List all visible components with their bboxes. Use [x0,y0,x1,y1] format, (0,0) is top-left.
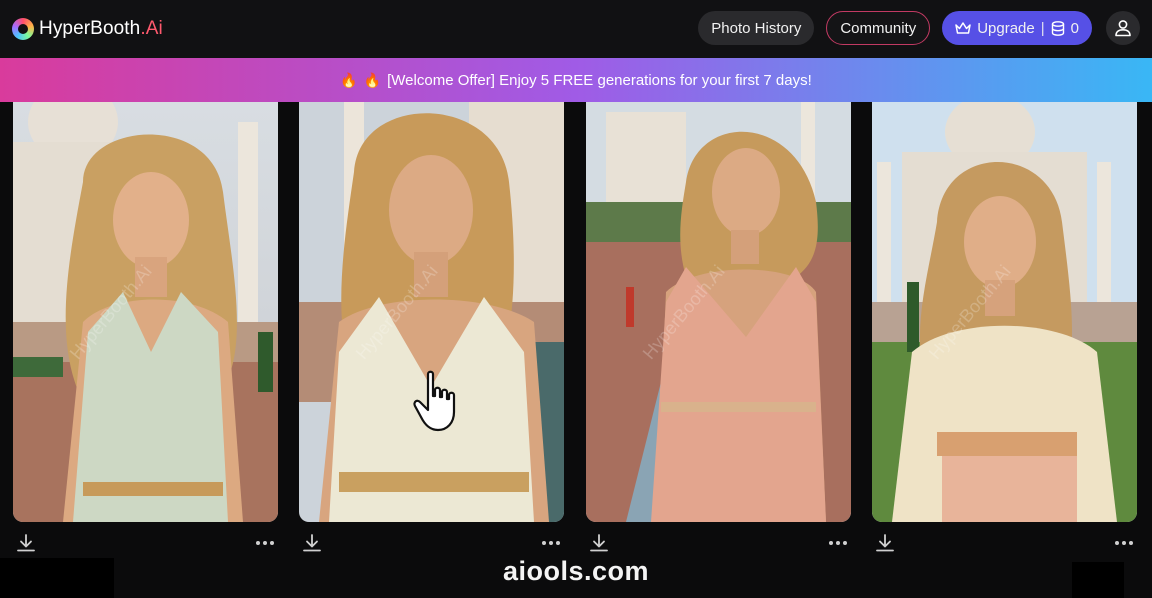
upgrade-button[interactable]: Upgrade | 0 [942,11,1092,45]
generated-photo-card[interactable]: HyperBooth.Ai [13,102,278,522]
more-icon[interactable] [252,530,278,556]
crown-icon [955,21,971,34]
download-icon[interactable] [872,530,898,556]
photo-history-label: Photo History [711,19,802,37]
upgrade-divider: | [1040,19,1045,37]
site-watermark: aiools.com [502,556,650,586]
download-icon[interactable] [13,530,39,556]
logo-icon [12,18,34,40]
brand-logo[interactable]: HyperBooth.Ai [12,18,163,40]
database-icon [1051,20,1064,36]
brand-name: HyperBooth.Ai [39,18,163,39]
card-actions [872,528,1137,558]
download-icon[interactable] [586,530,612,556]
photo-gallery: HyperBooth.Ai HyperBooth.Ai HyperBooth.A… [0,102,1152,598]
banner-text: [Welcome Offer] Enjoy 5 FREE generations… [387,71,812,89]
download-icon[interactable] [299,530,325,556]
generated-photo-card[interactable]: HyperBooth.Ai [299,102,564,522]
generated-photo-card[interactable]: HyperBooth.Ai [872,102,1137,522]
generated-photo [299,102,564,522]
more-icon[interactable] [1111,530,1137,556]
community-button[interactable]: Community [826,11,931,45]
more-icon[interactable] [825,530,851,556]
card-actions [586,528,851,558]
flame-icon: 🔥 [363,71,382,88]
card-actions [13,528,278,558]
credits-count: 0 [1070,19,1079,37]
upgrade-label: Upgrade [977,19,1035,37]
brand-suffix: .Ai [140,18,163,39]
generated-photo [13,102,278,522]
photo-history-button[interactable]: Photo History [698,11,815,45]
generated-photo [586,102,851,522]
generated-photo-card[interactable]: HyperBooth.Ai [586,102,851,522]
hand-cursor-icon [412,370,464,439]
welcome-offer-banner[interactable]: 🔥 🔥 [Welcome Offer] Enjoy 5 FREE generat… [0,58,1152,102]
flame-icon: 🔥 [340,71,358,88]
top-bar: HyperBooth.Ai Photo History Community Up… [0,0,1152,58]
user-icon [1115,20,1131,37]
more-icon[interactable] [538,530,564,556]
card-actions [299,528,564,558]
community-label: Community [840,19,917,37]
user-menu-button[interactable] [1106,11,1140,45]
generated-photo [872,102,1137,522]
header-nav: Photo History Community Upgrade | 0 [686,11,1140,45]
